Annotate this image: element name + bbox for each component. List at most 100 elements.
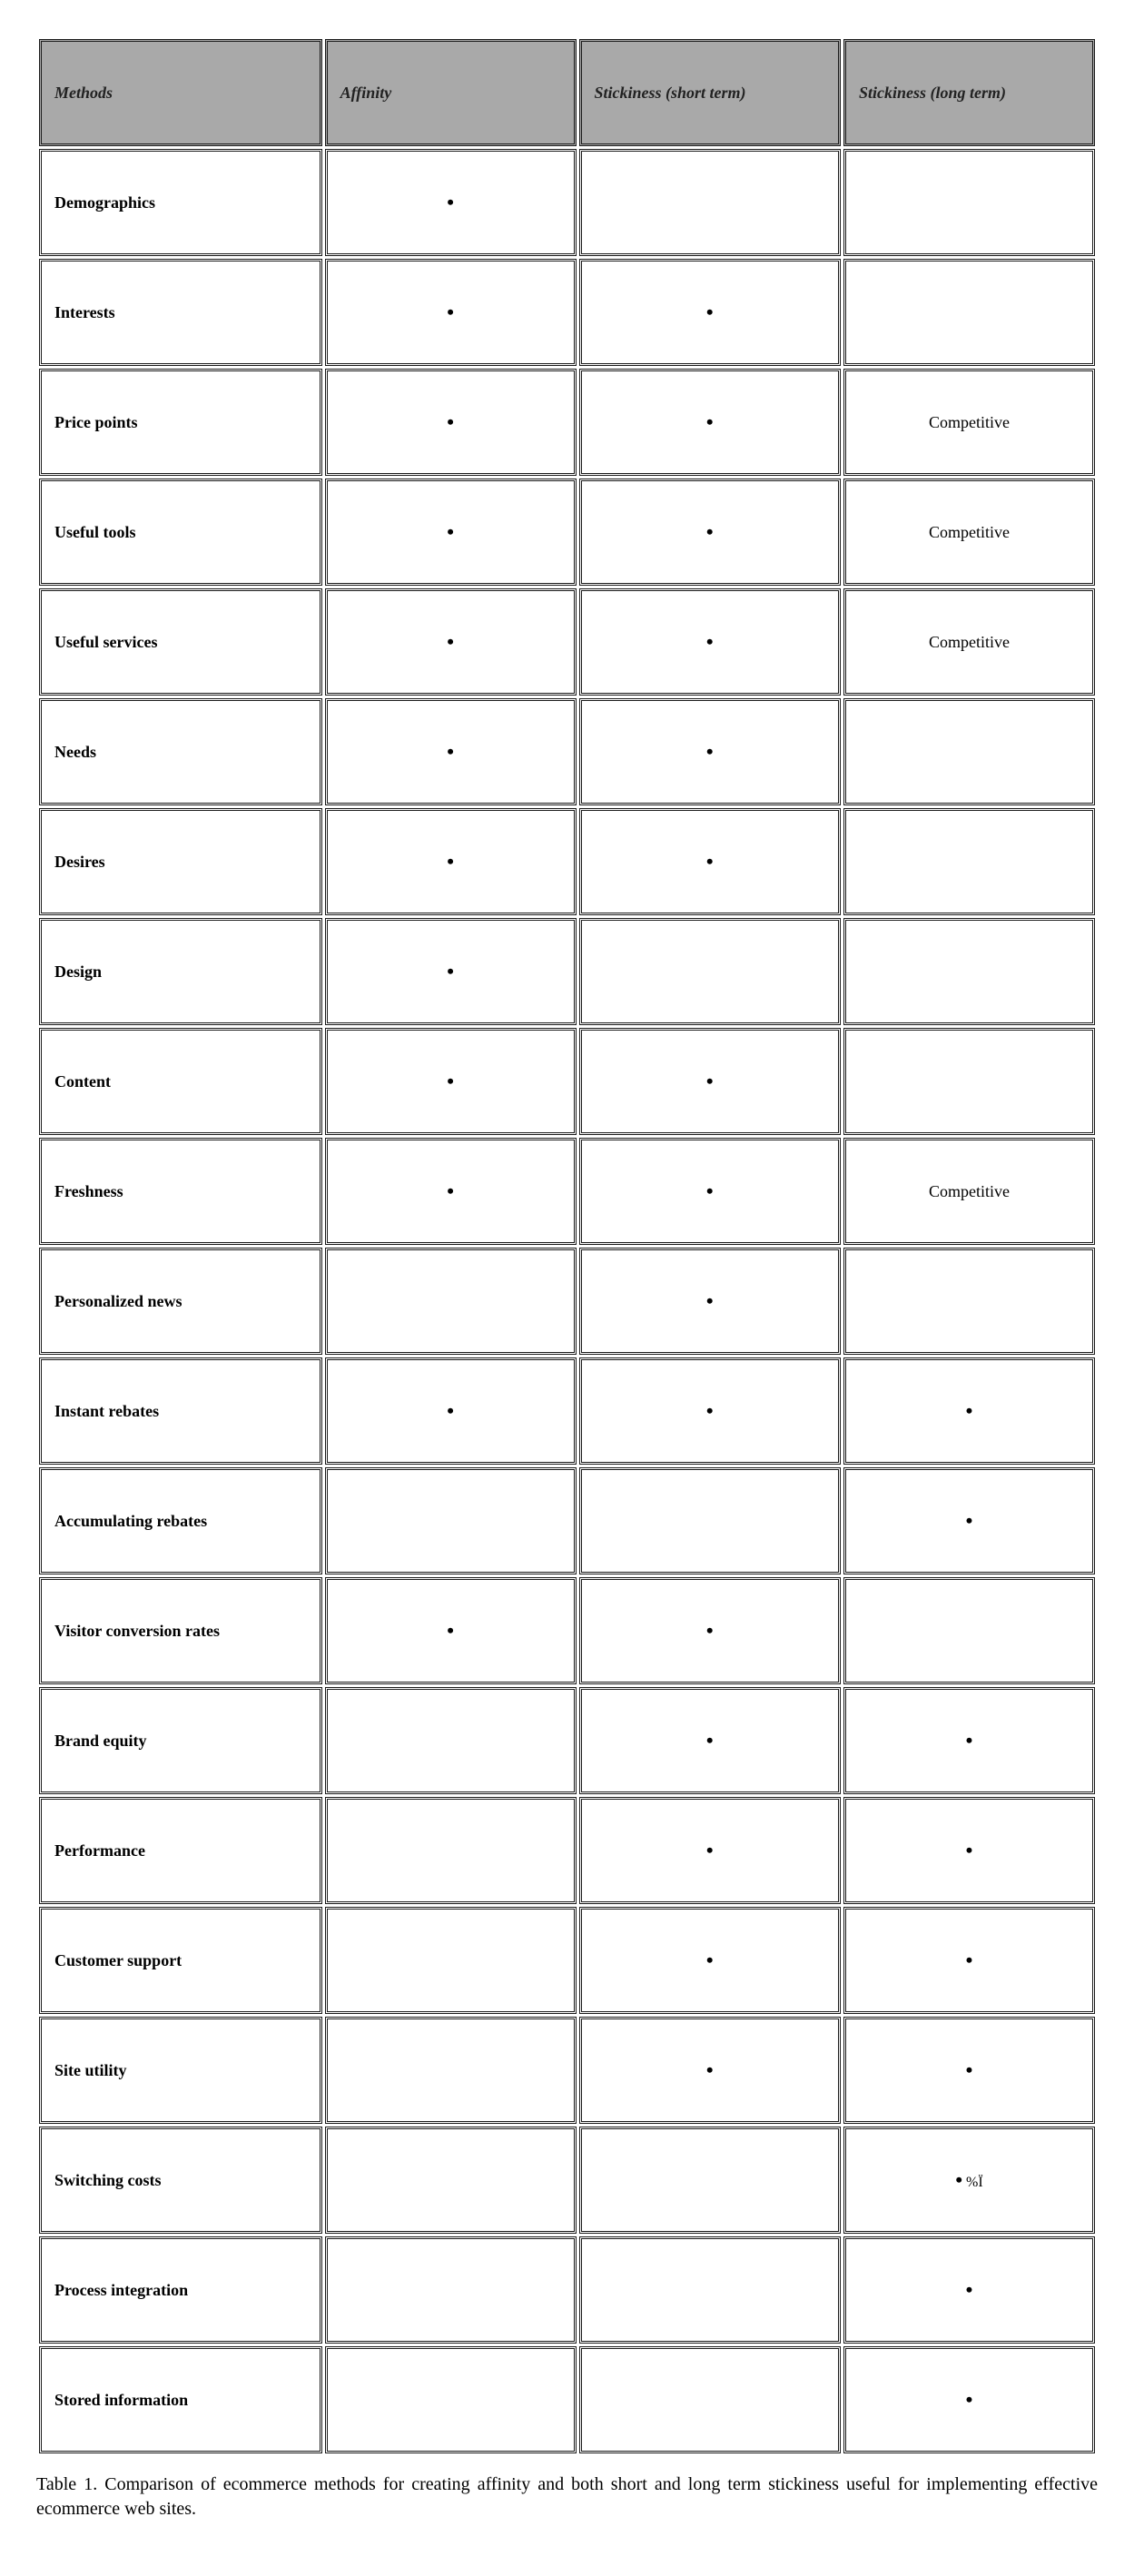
long-cell — [843, 918, 1095, 1025]
long-cell: • — [843, 1357, 1095, 1465]
method-cell: Demographics — [39, 149, 322, 256]
short-cell: • — [579, 1577, 842, 1684]
method-cell: Interests — [39, 259, 322, 366]
long-cell — [843, 259, 1095, 366]
method-cell: Needs — [39, 698, 322, 805]
long-cell — [843, 698, 1095, 805]
long-cell — [843, 1248, 1095, 1355]
short-cell: • — [579, 1248, 842, 1355]
table-row: Personalized news• — [39, 1248, 1095, 1355]
method-cell: Customer support — [39, 1907, 322, 2014]
table-row: Process integration • — [39, 2236, 1095, 2344]
table-header-row: Methods Affinity Stickiness (short term)… — [39, 39, 1095, 146]
method-cell: Process integration — [39, 2236, 322, 2344]
table-row: Content•• — [39, 1028, 1095, 1135]
long-cell: • — [843, 2236, 1095, 2344]
method-cell: Desires — [39, 808, 322, 915]
header-methods: Methods — [39, 39, 322, 146]
affinity-cell: • — [325, 918, 577, 1025]
method-cell: Switching costs — [39, 2127, 322, 2234]
affinity-cell: • — [325, 149, 577, 256]
table-caption: Table 1. Comparison of ecommerce methods… — [36, 2472, 1098, 2522]
method-cell: Brand equity — [39, 1687, 322, 1794]
table-row: Desires•• — [39, 808, 1095, 915]
short-cell: • — [579, 1028, 842, 1135]
short-cell — [579, 918, 842, 1025]
long-cell: • %Ï — [843, 2127, 1095, 2234]
affinity-cell: • — [325, 1138, 577, 1245]
table-row: Instant rebates••• — [39, 1357, 1095, 1465]
long-cell — [843, 1028, 1095, 1135]
table-row: Visitor conversion rates•• — [39, 1577, 1095, 1684]
short-cell: • — [579, 1907, 842, 2014]
long-cell: • — [843, 2017, 1095, 2124]
long-cell: Competitive — [843, 369, 1095, 476]
short-cell: • — [579, 698, 842, 805]
long-cell — [843, 149, 1095, 256]
header-short: Stickiness (short term) — [579, 39, 842, 146]
method-cell: Site utility — [39, 2017, 322, 2124]
header-long: Stickiness (long term) — [843, 39, 1095, 146]
long-cell: • — [843, 1797, 1095, 1904]
short-cell — [579, 149, 842, 256]
short-cell: • — [579, 808, 842, 915]
table-row: Design• — [39, 918, 1095, 1025]
table-row: Needs•• — [39, 698, 1095, 805]
method-cell: Instant rebates — [39, 1357, 322, 1465]
affinity-cell — [325, 2236, 577, 2344]
long-cell: • — [843, 1687, 1095, 1794]
affinity-cell — [325, 1797, 577, 1904]
short-cell — [579, 2346, 842, 2453]
short-cell: • — [579, 369, 842, 476]
table-row: Site utility•• — [39, 2017, 1095, 2124]
affinity-cell — [325, 1687, 577, 1794]
method-cell: Stored information — [39, 2346, 322, 2453]
short-cell: • — [579, 1797, 842, 1904]
short-cell: • — [579, 479, 842, 586]
table-row: Interests•• — [39, 259, 1095, 366]
long-cell — [843, 1577, 1095, 1684]
method-cell: Useful services — [39, 588, 322, 696]
short-cell: • — [579, 1357, 842, 1465]
table-row: Useful services••Competitive — [39, 588, 1095, 696]
table-row: Stored information• — [39, 2346, 1095, 2453]
affinity-cell — [325, 2346, 577, 2453]
long-cell: • — [843, 1467, 1095, 1574]
affinity-cell — [325, 1467, 577, 1574]
affinity-cell: • — [325, 588, 577, 696]
affinity-cell — [325, 2127, 577, 2234]
affinity-cell: • — [325, 479, 577, 586]
table-row: Brand equity•• — [39, 1687, 1095, 1794]
table-row: Demographics• — [39, 149, 1095, 256]
affinity-cell: • — [325, 1577, 577, 1684]
affinity-cell — [325, 1907, 577, 2014]
table-row: Performance •• — [39, 1797, 1095, 1904]
long-cell — [843, 808, 1095, 915]
affinity-cell: • — [325, 698, 577, 805]
method-cell: Design — [39, 918, 322, 1025]
method-cell: Visitor conversion rates — [39, 1577, 322, 1684]
method-cell: Content — [39, 1028, 322, 1135]
affinity-cell: • — [325, 808, 577, 915]
method-cell: Performance — [39, 1797, 322, 1904]
long-cell: • — [843, 1907, 1095, 2014]
affinity-cell: • — [325, 259, 577, 366]
table-row: Price points••Competitive — [39, 369, 1095, 476]
header-affinity: Affinity — [325, 39, 577, 146]
affinity-cell — [325, 1248, 577, 1355]
short-cell: • — [579, 588, 842, 696]
short-cell — [579, 2236, 842, 2344]
method-cell: Useful tools — [39, 479, 322, 586]
long-cell: Competitive — [843, 1138, 1095, 1245]
table-row: Accumulating rebates • — [39, 1467, 1095, 1574]
method-cell: Accumulating rebates — [39, 1467, 322, 1574]
affinity-cell — [325, 2017, 577, 2124]
long-cell: Competitive — [843, 479, 1095, 586]
short-cell — [579, 1467, 842, 1574]
affinity-cell: • — [325, 369, 577, 476]
table-row: Useful tools••Competitive — [39, 479, 1095, 586]
method-cell: Freshness — [39, 1138, 322, 1245]
table-row: Customer support •• — [39, 1907, 1095, 2014]
method-cell: Price points — [39, 369, 322, 476]
long-cell: Competitive — [843, 588, 1095, 696]
